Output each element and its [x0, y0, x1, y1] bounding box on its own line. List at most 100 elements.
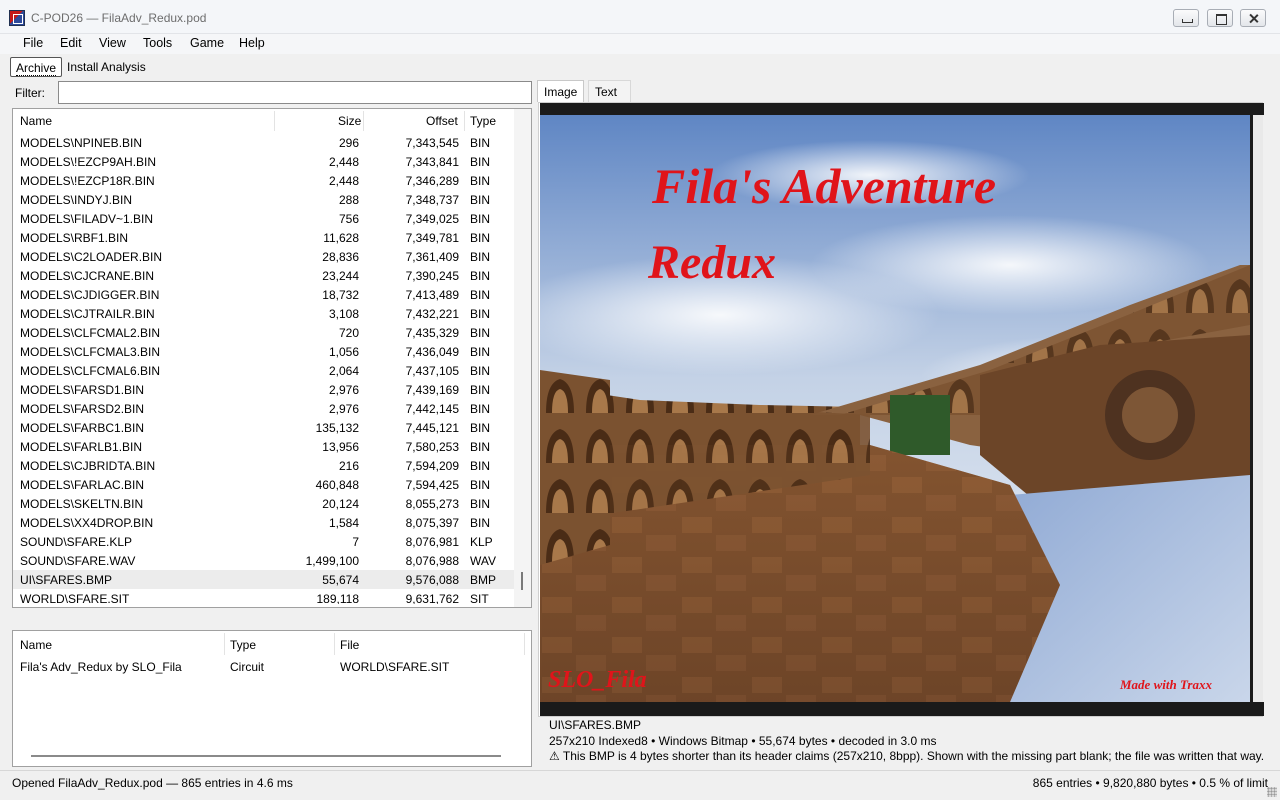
maximize-button[interactable] — [1207, 9, 1233, 27]
column-header-name[interactable]: Name — [20, 114, 52, 128]
file-list-vscroll-thumb[interactable] — [521, 572, 523, 590]
preview-details: 257x210 Indexed8 • Windows Bitmap • 55,6… — [549, 734, 937, 748]
cell-type: BIN — [470, 250, 491, 264]
table-row[interactable]: MODELS\!EZCP18R.BIN 2,448 7,346,289 BIN — [13, 171, 514, 190]
circuit-column-type[interactable]: Type — [230, 638, 256, 652]
status-bar: Opened FilaAdv_Redux.pod — 865 entries i… — [0, 770, 1280, 800]
circuit-row-type[interactable]: Circuit — [230, 660, 264, 674]
cell-name: MODELS\FILADV~1.BIN — [20, 212, 154, 226]
tab-archive-label: Archive — [16, 61, 57, 76]
cell-name: SOUND\SFARE.WAV — [20, 554, 136, 568]
circuit-list[interactable]: Name Type File Fila's Adv_Redux by SLO_F… — [12, 630, 532, 767]
table-row[interactable]: MODELS\FARSD2.BIN 2,976 7,442,145 BIN — [13, 399, 514, 418]
file-list-vscrollbar[interactable] — [514, 109, 531, 607]
table-row[interactable]: MODELS\NPINEB.BIN 296 7,343,545 BIN — [13, 133, 514, 152]
cell-name: MODELS\SKELTN.BIN — [20, 497, 144, 511]
cell-offset: 7,413,489 — [405, 288, 459, 302]
cell-size: 296 — [338, 136, 359, 150]
filter-input[interactable] — [58, 81, 532, 104]
table-row[interactable]: MODELS\CLFCMAL2.BIN 720 7,435,329 BIN — [13, 323, 514, 342]
table-row[interactable]: MODELS\CJDIGGER.BIN 18,732 7,413,489 BIN — [13, 285, 514, 304]
column-header-offset[interactable]: Offset — [426, 114, 458, 128]
tab-install-analysis[interactable]: Install Analysis — [62, 57, 151, 77]
column-header-type[interactable]: Type — [470, 114, 496, 128]
tab-text[interactable]: Text — [588, 80, 631, 102]
filter-label: Filter: — [15, 86, 45, 100]
column-divider[interactable] — [524, 633, 525, 655]
splash-title-line1: Fila's Adventure — [651, 158, 996, 214]
column-divider[interactable] — [224, 633, 225, 655]
preview-file-name: UI\SFARES.BMP — [549, 718, 642, 732]
table-row[interactable]: MODELS\FARBC1.BIN 135,132 7,445,121 BIN — [13, 418, 514, 437]
table-row[interactable]: SOUND\SFARE.WAV 1,499,100 8,076,988 WAV — [13, 551, 514, 570]
table-row[interactable]: MODELS\FARLAC.BIN 460,848 7,594,425 BIN — [13, 475, 514, 494]
cell-size: 55,674 — [322, 573, 359, 587]
circuit-row-file[interactable]: WORLD\SFARE.SIT — [340, 660, 449, 674]
table-row[interactable]: MODELS\!EZCP9AH.BIN 2,448 7,343,841 BIN — [13, 152, 514, 171]
cell-offset: 7,439,169 — [405, 383, 459, 397]
cell-size: 135,132 — [315, 421, 359, 435]
tab-image[interactable]: Image — [537, 80, 585, 102]
menu-tools[interactable]: Tools — [141, 36, 174, 50]
table-row[interactable]: MODELS\CLFCMAL3.BIN 1,056 7,436,049 BIN — [13, 342, 514, 361]
cell-name: MODELS\INDYJ.BIN — [20, 193, 133, 207]
file-list[interactable]: Name Size Offset Type MODELS\NPINEB.BIN 2… — [12, 108, 532, 608]
cell-type: BIN — [470, 155, 491, 169]
table-row[interactable]: MODELS\FARLB1.BIN 13,956 7,580,253 BIN — [13, 437, 514, 456]
cell-name: MODELS\CJDIGGER.BIN — [20, 288, 160, 302]
menu-edit[interactable]: Edit — [58, 36, 84, 50]
circuit-row-name[interactable]: Fila's Adv_Redux by SLO_Fila — [20, 660, 182, 674]
cell-offset: 7,580,253 — [405, 440, 459, 454]
menu-help[interactable]: Help — [237, 36, 267, 50]
circuit-column-file[interactable]: File — [340, 638, 359, 652]
minimize-button[interactable] — [1173, 9, 1199, 27]
table-row[interactable]: MODELS\C2LOADER.BIN 28,836 7,361,409 BIN — [13, 247, 514, 266]
table-row[interactable]: MODELS\CJBRIDTA.BIN 216 7,594,209 BIN — [13, 456, 514, 475]
cell-size: 2,064 — [328, 364, 359, 378]
cell-size: 23,244 — [322, 269, 359, 283]
cell-name: UI\SFARES.BMP — [20, 573, 113, 587]
cell-size: 7 — [352, 535, 359, 549]
cell-type: KLP — [470, 535, 493, 549]
column-divider[interactable] — [274, 111, 275, 131]
table-row[interactable]: MODELS\FILADV~1.BIN 756 7,349,025 BIN — [13, 209, 514, 228]
cell-offset: 7,349,025 — [405, 212, 459, 226]
circuit-column-name[interactable]: Name — [20, 638, 52, 652]
circuit-list-hscrollbar[interactable] — [31, 755, 501, 757]
cell-type: BIN — [470, 174, 491, 188]
column-divider[interactable] — [363, 111, 364, 131]
cell-type: BIN — [470, 345, 491, 359]
column-header-size[interactable]: Size — [338, 114, 361, 128]
cell-type: BIN — [470, 440, 491, 454]
cell-size: 13,956 — [322, 440, 359, 454]
cell-type: BIN — [470, 136, 491, 150]
column-divider[interactable] — [464, 111, 465, 131]
table-row[interactable]: MODELS\XX4DROP.BIN 1,584 8,075,397 BIN — [13, 513, 514, 532]
column-divider[interactable] — [334, 633, 335, 655]
table-row[interactable]: MODELS\CLFCMAL6.BIN 2,064 7,437,105 BIN — [13, 361, 514, 380]
table-row[interactable]: SOUND\SFARE.KLP 7 8,076,981 KLP — [13, 532, 514, 551]
splash-credit: Made with Traxx — [1119, 677, 1212, 692]
menu-view[interactable]: View — [97, 36, 128, 50]
cell-offset: 7,390,245 — [405, 269, 459, 283]
close-button[interactable] — [1240, 9, 1266, 27]
resize-grip-icon[interactable] — [1267, 787, 1277, 797]
menu-game[interactable]: Game — [188, 36, 226, 50]
tab-archive[interactable]: Archive — [10, 57, 63, 77]
cell-size: 18,732 — [322, 288, 359, 302]
table-row[interactable]: MODELS\CJTRAILR.BIN 3,108 7,432,221 BIN — [13, 304, 514, 323]
cell-name: SOUND\SFARE.KLP — [20, 535, 133, 549]
cell-offset: 7,436,049 — [405, 345, 459, 359]
cell-size: 20,124 — [322, 497, 359, 511]
cell-type: BIN — [470, 269, 491, 283]
table-row[interactable]: MODELS\RBF1.BIN 11,628 7,349,781 BIN — [13, 228, 514, 247]
table-row[interactable]: MODELS\FARSD1.BIN 2,976 7,439,169 BIN — [13, 380, 514, 399]
table-row[interactable]: MODELS\INDYJ.BIN 288 7,348,737 BIN — [13, 190, 514, 209]
table-row[interactable]: UI\SFARES.BMP 55,674 9,576,088 BMP — [13, 570, 514, 589]
menu-file[interactable]: File — [21, 36, 45, 50]
table-row[interactable]: MODELS\CJCRANE.BIN 23,244 7,390,245 BIN — [13, 266, 514, 285]
cell-size: 28,836 — [322, 250, 359, 264]
cell-offset: 7,442,145 — [405, 402, 459, 416]
cell-size: 1,499,100 — [305, 554, 359, 568]
table-row[interactable]: MODELS\SKELTN.BIN 20,124 8,055,273 BIN — [13, 494, 514, 513]
